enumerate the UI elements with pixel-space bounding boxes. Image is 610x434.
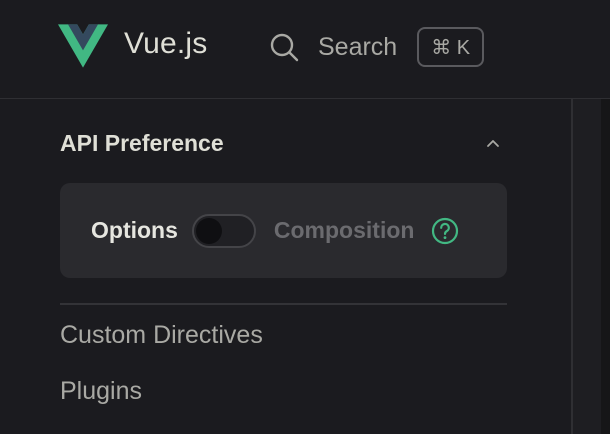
question-circle-icon[interactable] [430, 216, 460, 246]
top-navbar: Vue.js Search ⌘ K [0, 0, 610, 99]
api-preference-switch-panel: Options Composition [60, 183, 507, 278]
brand-title[interactable]: Vue.js [124, 27, 207, 61]
vue-logo-icon[interactable] [58, 24, 108, 68]
api-preference-header[interactable]: API Preference [60, 126, 507, 160]
sidebar-divider [60, 303, 507, 305]
search-shortcut-badge: ⌘ K [417, 27, 485, 67]
options-label[interactable]: Options [91, 217, 178, 244]
toggle-knob [195, 217, 222, 244]
search-label: Search [318, 32, 398, 61]
scrollbar[interactable] [571, 99, 605, 434]
scrollbar-edge [601, 99, 610, 434]
search-button[interactable]: Search ⌘ K [266, 22, 506, 72]
api-preference-title: API Preference [60, 129, 224, 156]
api-style-toggle[interactable] [191, 213, 256, 248]
sidebar-item-custom-directives[interactable]: Custom Directives [60, 321, 263, 350]
composition-label[interactable]: Composition [274, 217, 415, 244]
search-icon [270, 33, 299, 62]
chevron-up-icon[interactable] [485, 135, 501, 151]
sidebar-item-plugins[interactable]: Plugins [60, 377, 142, 406]
